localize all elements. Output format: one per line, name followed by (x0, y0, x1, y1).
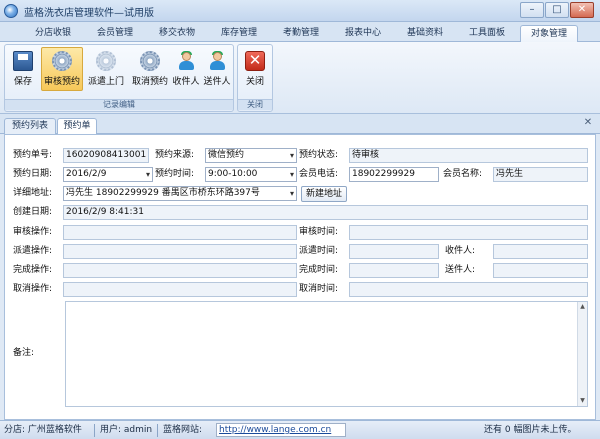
complete-op-field[interactable] (63, 263, 297, 278)
upload-status: 还有 0 幅图片未上传。 (484, 425, 577, 435)
tab-member-management[interactable]: 会员管理 (88, 25, 142, 42)
order-no-label: 预约单号: (13, 150, 53, 160)
save-icon (13, 51, 33, 71)
cancel-time-field[interactable] (349, 282, 588, 297)
dispatch-time-field[interactable] (349, 244, 439, 259)
receiver-button[interactable]: 收件人 (171, 47, 201, 91)
group-label: 关闭 (238, 99, 272, 110)
sender-field[interactable] (493, 263, 588, 278)
status-field[interactable]: 待审核 (349, 148, 588, 163)
cancel-booking-button[interactable]: 取消预约 (129, 47, 171, 91)
close-button[interactable]: ✕ 关闭 (240, 47, 270, 91)
site-label: 蓝格网站: (163, 425, 203, 435)
new-address-button[interactable]: 新建地址 (301, 186, 347, 202)
scroll-up-icon[interactable]: ▲ (579, 303, 586, 311)
audit-time-label: 审核时间: (299, 227, 339, 237)
tab-transfer-clothes[interactable]: 移交衣物 (150, 25, 204, 42)
remark-scrollbar[interactable]: ▲ ▼ (577, 302, 587, 406)
sender-label: 送件人: (445, 265, 476, 275)
gear-icon (96, 51, 116, 71)
scroll-down-icon[interactable]: ▼ (579, 397, 586, 405)
dispatch-time-label: 派遣时间: (299, 246, 339, 256)
gear-icon (52, 51, 72, 71)
ribbon-toolbar: 保存 审核预约 派遣上门 取消预约 收件人 送件人 记录编辑 ✕ 关闭 关闭 (0, 42, 600, 114)
minimize-button[interactable]: – (520, 2, 544, 18)
main-tab-bar: 分店收银 会员管理 移交衣物 库存管理 考勤管理 报表中心 基础资料 工具面板 … (0, 22, 600, 42)
audit-op-field[interactable] (63, 225, 297, 240)
tab-basic-data[interactable]: 基础资料 (398, 25, 452, 42)
phone-label: 会员电话: (299, 169, 339, 179)
status-bar: 分店: 广州蓝格软件 用户: admin 蓝格网站: http://www.la… (0, 420, 600, 439)
tab-booking-list[interactable]: 预约列表 (4, 118, 56, 134)
gear-icon (140, 51, 160, 71)
website-link[interactable]: http://www.lange.com.cn (216, 423, 346, 437)
close-icon: ✕ (245, 51, 265, 71)
user-status: 用户: admin (100, 425, 153, 435)
tab-branch-checkout[interactable]: 分店收银 (26, 25, 80, 42)
source-label: 预约来源: (155, 150, 195, 160)
window-title: 蓝格洗衣店管理软件—试用版 (24, 8, 154, 19)
window-close-button[interactable]: ✕ (570, 2, 594, 18)
created-field[interactable]: 2016/2/9 8:41:31 (63, 205, 588, 220)
cancel-op-field[interactable] (63, 282, 297, 297)
tab-tools[interactable]: 工具面板 (460, 25, 514, 42)
phone-input[interactable]: 18902299929 (349, 167, 439, 182)
document-tab-bar: 预约列表 预约单 ✕ (0, 114, 600, 135)
maximize-button[interactable]: □ (545, 2, 569, 18)
tab-attendance[interactable]: 考勤管理 (274, 25, 328, 42)
record-edit-group: 保存 审核预约 派遣上门 取消预约 收件人 送件人 记录编辑 (4, 44, 234, 112)
save-button[interactable]: 保存 (7, 47, 39, 91)
address-label: 详细地址: (13, 188, 53, 198)
tab-object-management[interactable]: 对象管理 (520, 25, 578, 42)
name-label: 会员名称: (443, 169, 483, 179)
app-logo-icon (4, 4, 18, 18)
cancel-op-label: 取消操作: (13, 284, 53, 294)
title-bar: 蓝格洗衣店管理软件—试用版 – □ ✕ (0, 0, 600, 22)
tab-reports[interactable]: 报表中心 (336, 25, 390, 42)
dispatch-button[interactable]: 派遣上门 (85, 47, 127, 91)
dispatch-op-label: 派遣操作: (13, 246, 53, 256)
source-select[interactable]: 微信预约 (205, 148, 297, 163)
date-label: 预约日期: (13, 169, 53, 179)
name-field[interactable]: 冯先生 (493, 167, 588, 182)
tab-inventory[interactable]: 库存管理 (212, 25, 266, 42)
tab-booking-form[interactable]: 预约单 (57, 118, 97, 135)
group-label: 记录编辑 (5, 99, 233, 110)
cancel-time-label: 取消时间: (299, 284, 339, 294)
time-select[interactable]: 9:00-10:00 (205, 167, 297, 182)
person-icon (176, 51, 196, 71)
close-group: ✕ 关闭 关闭 (237, 44, 273, 112)
remark-label: 备注: (13, 348, 35, 358)
divider (157, 424, 158, 437)
dispatch-op-field[interactable] (63, 244, 297, 259)
branch-status: 分店: 广州蓝格软件 (4, 425, 82, 435)
time-label: 预约时间: (155, 169, 195, 179)
order-no-field[interactable]: 16020908413001 (63, 148, 149, 163)
complete-op-label: 完成操作: (13, 265, 53, 275)
complete-time-field[interactable] (349, 263, 439, 278)
address-select[interactable]: 冯先生 18902299929 番禺区市桥东环路397号 (63, 186, 297, 201)
audit-op-label: 审核操作: (13, 227, 53, 237)
sender-button[interactable]: 送件人 (202, 47, 232, 91)
approve-booking-button[interactable]: 审核预约 (41, 47, 83, 91)
close-icon[interactable]: ✕ (582, 117, 594, 129)
date-picker[interactable]: 2016/2/9 (63, 167, 153, 182)
booking-form: 预约单号: 16020908413001 预约来源: 微信预约 预约状态: 待审… (4, 134, 596, 420)
audit-time-field[interactable] (349, 225, 588, 240)
created-label: 创建日期: (13, 207, 53, 217)
remark-textarea[interactable]: ▲ ▼ (65, 301, 588, 407)
receiver-label: 收件人: (445, 246, 476, 256)
complete-time-label: 完成时间: (299, 265, 339, 275)
divider (94, 424, 95, 437)
receiver-field[interactable] (493, 244, 588, 259)
status-label: 预约状态: (299, 150, 339, 160)
person-icon (207, 51, 227, 71)
